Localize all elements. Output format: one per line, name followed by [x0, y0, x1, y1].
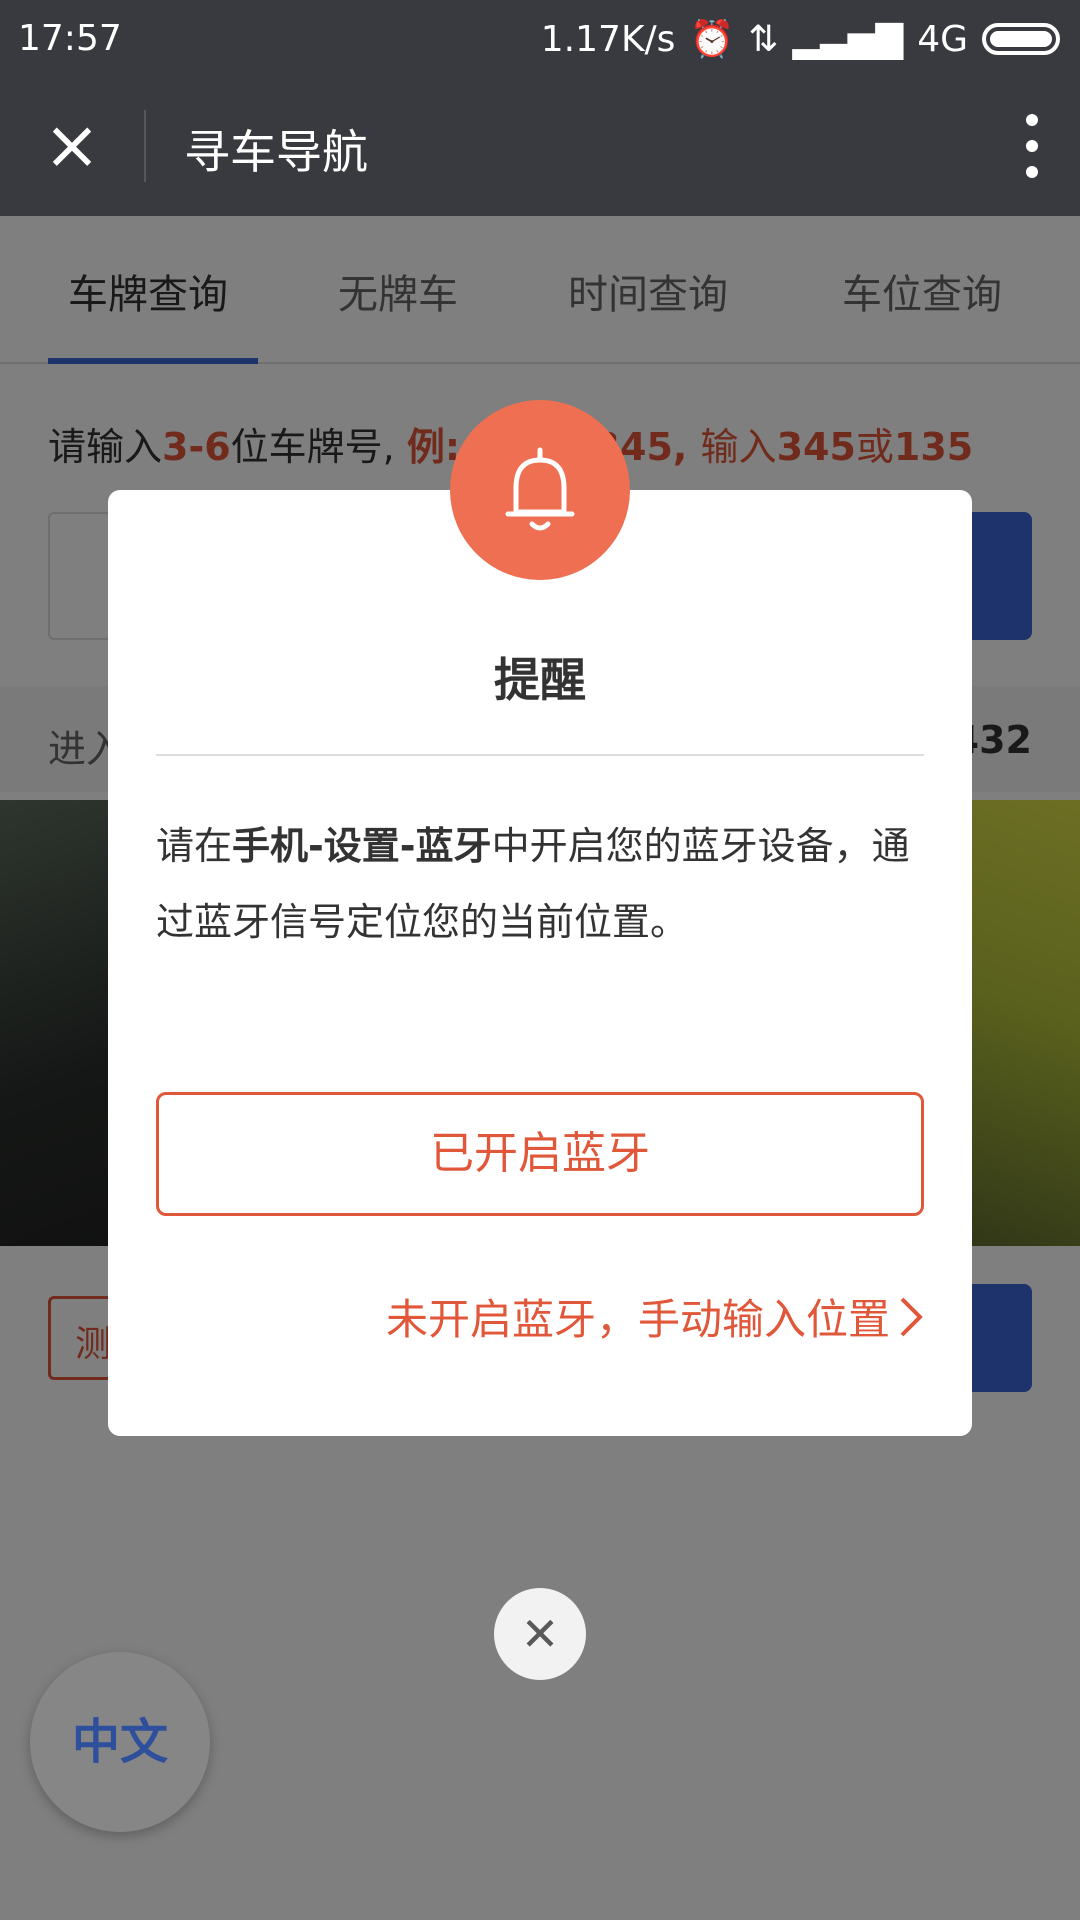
network-speed: 1.17K/s: [540, 18, 676, 60]
reminder-dialog: 提醒 请在手机-设置-蓝牙中开启您的蓝牙设备，通过蓝牙信号定位您的当前位置。 已…: [108, 490, 972, 1436]
bell-icon: [505, 447, 575, 531]
data-transfer-icon: ⇅: [748, 18, 779, 60]
manual-location-link[interactable]: 未开启蓝牙，手动输入位置: [386, 1286, 924, 1347]
dialog-message: 请在手机-设置-蓝牙中开启您的蓝牙设备，通过蓝牙信号定位您的当前位置。: [156, 808, 924, 960]
dialog-divider: [156, 754, 924, 756]
manual-location-label: 未开启蓝牙，手动输入位置: [385, 1295, 890, 1344]
signal-icon: ▂▃▅▇: [792, 18, 904, 60]
more-menu-icon[interactable]: [1024, 114, 1040, 178]
page-title: 寻车导航: [184, 125, 368, 179]
chevron-right-icon: [900, 1297, 923, 1336]
title-bar: × 寻车导航: [0, 76, 1080, 216]
bluetooth-enabled-button[interactable]: 已开启蓝牙: [156, 1092, 924, 1216]
language-button[interactable]: 中文: [30, 1652, 210, 1832]
status-time: 17:57: [18, 18, 122, 59]
bell-badge: [450, 400, 630, 580]
dialog-title: 提醒: [494, 653, 586, 707]
message-bold: 手机-设置-蓝牙: [232, 824, 492, 868]
battery-icon: [982, 23, 1060, 55]
dialog-close-button[interactable]: ✕: [494, 1588, 586, 1680]
message-prefix: 请在: [156, 824, 233, 868]
network-type: 4G: [917, 18, 968, 60]
alarm-icon: ⏰: [689, 19, 735, 60]
close-icon[interactable]: ×: [40, 112, 104, 180]
status-icons: 1.17K/s ⏰ ⇅ ▂▃▅▇ 4G: [541, 18, 1060, 60]
status-bar: 17:57 1.17K/s ⏰ ⇅ ▂▃▅▇ 4G: [0, 0, 1080, 76]
title-divider: [144, 110, 146, 182]
